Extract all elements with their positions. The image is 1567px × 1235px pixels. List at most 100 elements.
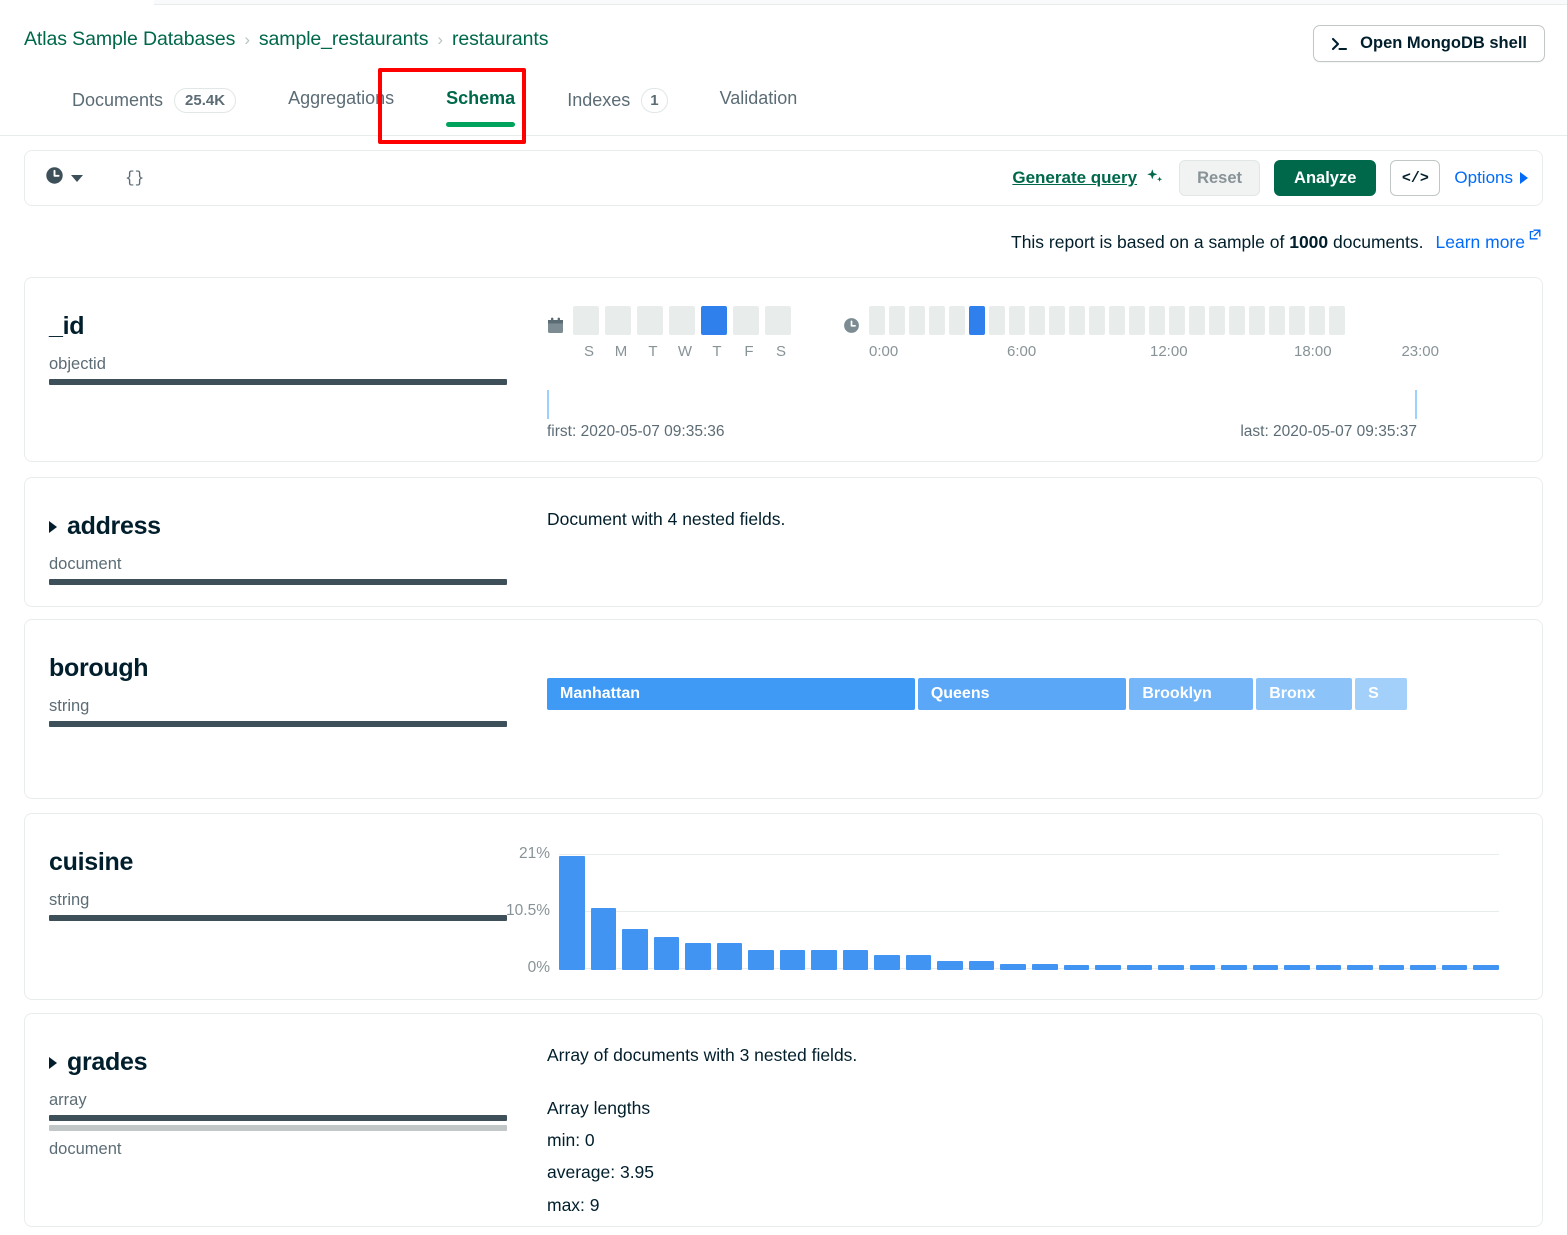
cuisine-bar-27[interactable] [1410,965,1436,970]
query-options-label: Options [1454,168,1513,188]
array-lengths-title: Array lengths [547,1095,1516,1122]
query-bar: {} Generate query Reset Analyze </> Opti… [24,150,1543,206]
bar-hour-7[interactable] [1009,306,1025,335]
bar-hour-18[interactable] [1229,306,1245,335]
cuisine-bar-6[interactable] [748,950,774,970]
open-mongodb-shell-button[interactable]: Open MongoDB shell [1313,25,1545,62]
cuisine-bar-19[interactable] [1158,965,1184,970]
breadcrumb-item-database-list[interactable]: Atlas Sample Databases [24,28,235,51]
bar-hour-2[interactable] [909,306,925,335]
bar-hour-8[interactable] [1029,306,1045,335]
bar-thursday[interactable] [701,306,727,335]
collection-tab-bar: Documents 25.4K Aggregations Schema Inde… [0,72,1567,136]
tab-validation[interactable]: Validation [694,72,824,135]
bar-hour-20[interactable] [1269,306,1285,335]
cuisine-bar-22[interactable] [1253,965,1279,970]
bar-saturday[interactable] [765,306,791,335]
expand-triangle-icon[interactable] [49,521,57,533]
cuisine-bars [559,852,1499,970]
cuisine-bar-18[interactable] [1127,965,1153,970]
bar-monday[interactable] [605,306,631,335]
cuisine-bar-24[interactable] [1316,965,1342,970]
bar-hour-16[interactable] [1189,306,1205,335]
borough-segment-bronx[interactable]: Bronx [1256,678,1352,710]
expand-triangle-icon[interactable] [49,1057,57,1069]
cuisine-bar-29[interactable] [1473,965,1499,970]
cuisine-bar-7[interactable] [780,950,806,970]
cuisine-bar-25[interactable] [1347,965,1373,970]
bar-hour-10[interactable] [1069,306,1085,335]
cuisine-bar-15[interactable] [1032,964,1058,971]
bar-hour-22[interactable] [1309,306,1325,335]
bar-hour-19[interactable] [1249,306,1265,335]
cuisine-bar-13[interactable] [969,961,995,970]
cuisine-bar-11[interactable] [906,955,932,970]
bar-wednesday[interactable] [669,306,695,335]
cuisine-bar-21[interactable] [1221,965,1247,970]
bar-hour-0[interactable] [869,306,885,335]
bar-hour-12[interactable] [1109,306,1125,335]
borough-segment-manhattan[interactable]: Manhattan [547,678,915,710]
cuisine-bar-8[interactable] [811,950,837,970]
range-first-label: first: 2020-05-07 09:35:36 [547,423,725,441]
bar-hour-21[interactable] [1289,306,1305,335]
query-options-toggle[interactable]: Options [1454,168,1528,188]
cuisine-bar-23[interactable] [1284,965,1310,970]
cuisine-bar-1[interactable] [591,908,617,970]
field-type-borough: string [49,697,505,716]
bar-hour-23[interactable] [1329,306,1345,335]
cuisine-bar-16[interactable] [1064,965,1090,970]
bar-hour-4[interactable] [949,306,965,335]
cuisine-bar-10[interactable] [874,955,900,970]
cuisine-bar-17[interactable] [1095,965,1121,970]
bar-friday[interactable] [733,306,759,335]
code-brackets-icon[interactable]: </> [1390,160,1440,196]
bar-hour-6[interactable] [989,306,1005,335]
cuisine-bar-9[interactable] [843,950,869,970]
cuisine-bar-20[interactable] [1190,965,1216,970]
array-length-min: min: 0 [547,1127,1516,1154]
breadcrumb-item-collection[interactable]: restaurants [452,28,548,51]
generate-query-button[interactable]: Generate query [1012,166,1165,191]
cuisine-bar-0[interactable] [559,856,585,970]
field-type-id: objectid [49,355,505,374]
bar-hour-1[interactable] [889,306,905,335]
chart-borough-distribution: ManhattanQueensBrooklynBronxS [547,678,1407,710]
tab-schema[interactable]: Schema [420,72,541,135]
bar-hour-11[interactable] [1089,306,1105,335]
borough-segment-staten-island[interactable]: S [1355,678,1407,710]
tab-documents[interactable]: Documents 25.4K [46,72,262,135]
bar-hour-5[interactable] [969,306,985,335]
tab-aggregations[interactable]: Aggregations [262,72,420,135]
bar-hour-17[interactable] [1209,306,1225,335]
range-end-tick [1415,390,1417,419]
cuisine-bar-28[interactable] [1442,965,1468,970]
cuisine-bar-5[interactable] [717,943,743,970]
bar-hour-13[interactable] [1129,306,1145,335]
cuisine-bar-12[interactable] [937,961,963,970]
borough-segment-queens[interactable]: Queens [918,678,1127,710]
borough-segment-brooklyn[interactable]: Brooklyn [1129,678,1253,710]
y-tick-label: 21% [519,845,550,863]
cuisine-bar-4[interactable] [685,943,711,970]
reset-query-button[interactable]: Reset [1179,160,1260,196]
query-filter-input[interactable]: {} [125,169,1012,187]
bar-hour-14[interactable] [1149,306,1165,335]
breadcrumb-item-database[interactable]: sample_restaurants [259,28,428,51]
bar-hour-15[interactable] [1169,306,1185,335]
query-history-button[interactable] [39,162,89,194]
cuisine-bar-2[interactable] [622,929,648,970]
bar-hour-3[interactable] [929,306,945,335]
bar-hour-9[interactable] [1049,306,1065,335]
bar-tuesday[interactable] [637,306,663,335]
analyze-button[interactable]: Analyze [1274,160,1376,196]
range-last-label: last: 2020-05-07 09:35:37 [1240,423,1417,441]
tab-indexes[interactable]: Indexes 1 [541,72,693,135]
cuisine-bar-14[interactable] [1000,964,1026,971]
bar-sunday[interactable] [573,306,599,335]
learn-more-link[interactable]: Learn more [1436,229,1542,253]
tab-documents-label: Documents [72,90,163,111]
cuisine-bar-3[interactable] [654,937,680,970]
cuisine-bar-26[interactable] [1379,965,1405,970]
field-type-grades-secondary: document [49,1140,505,1159]
